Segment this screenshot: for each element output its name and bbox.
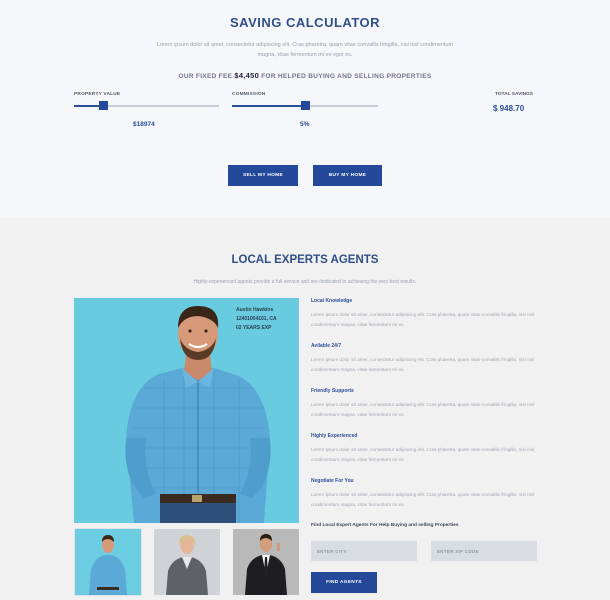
feature-title: Highly Experienced — [311, 433, 358, 439]
commission-slider-fill — [232, 105, 305, 107]
property-value-slider-handle[interactable] — [99, 101, 108, 110]
agent-thumbnail-2[interactable] — [154, 529, 220, 595]
sell-my-home-button[interactable]: SELL MY HOME — [228, 165, 298, 186]
agent-man-thumbnail-icon — [89, 535, 127, 595]
commission-slider-handle[interactable] — [301, 101, 310, 110]
city-input[interactable] — [311, 541, 417, 561]
feature-title: Avilable 24/7 — [311, 343, 342, 349]
find-agents-label: Find Local Expert Agents For Help Buying… — [311, 523, 459, 528]
calculator-description: Lorem ipsum dolor sit amet, consectetur … — [156, 42, 454, 58]
commission-slider[interactable] — [232, 101, 378, 110]
property-value-label: PROPERTY VALUE — [74, 92, 121, 97]
fee-suffix: FOR HELPED BUYING AND SELLING PROPERTIES — [261, 73, 432, 80]
fee-amount: $4,450 — [234, 71, 260, 80]
feature-title: Friendly Supports — [311, 388, 354, 394]
feature-item: Friendly Supports Lorem ipsum dolor sit … — [311, 388, 536, 420]
feature-title: Negotiate For You — [311, 478, 354, 484]
agents-title: LOCAL EXPERTS AGENTS — [231, 254, 379, 266]
feature-text: Lorem ipsum dolor sit amet, consectetur … — [311, 447, 535, 462]
agent-experience: 02 YEARS EXP — [236, 325, 272, 331]
agent-thumbnail-1[interactable] — [74, 528, 142, 596]
buy-my-home-button[interactable]: BUY MY HOME — [313, 165, 382, 186]
saving-calculator-section: SAVING CALCULATOR Lorem ipsum dolor sit … — [0, 0, 610, 218]
fixed-fee-line: OUR FIXED FEE $4,450 FOR HELPED BUYING A… — [0, 71, 610, 80]
agent-thumbnail-3[interactable] — [233, 529, 299, 595]
agent-name: Austin Hawkins — [236, 307, 274, 313]
total-savings-label: TOTAL SAVINGS — [494, 92, 533, 97]
feature-item: Local Knowledge Lorem ipsum dolor sit am… — [311, 298, 536, 330]
agent-suit-man-thumbnail-icon — [245, 534, 287, 595]
feature-text: Lorem ipsum dolor sit amet, consectetur … — [311, 312, 535, 327]
featured-agent-photo: Austin Hawkins 12401004101, CA 02 YEARS … — [74, 298, 299, 523]
agent-woman-thumbnail-icon — [166, 535, 208, 595]
property-value-amount: $18974 — [133, 121, 155, 128]
total-savings-amount: $ 948.70 — [493, 104, 525, 113]
local-experts-section: LOCAL EXPERTS AGENTS Highly experienced … — [0, 218, 610, 600]
zip-code-input[interactable] — [431, 541, 537, 561]
agent-phone: 12401004101, CA — [236, 316, 277, 322]
calculator-title: SAVING CALCULATOR — [229, 15, 381, 30]
property-value-slider[interactable] — [74, 101, 219, 110]
commission-label: COMMISSION — [232, 92, 266, 97]
feature-text: Lorem ipsum dolor sit amet, consectetur … — [311, 492, 535, 507]
fee-prefix: OUR FIXED FEE — [178, 73, 233, 80]
feature-text: Lorem ipsum dolor sit amet, consectetur … — [311, 402, 535, 417]
feature-text: Lorem ipsum dolor sit amet, consectetur … — [311, 357, 535, 372]
feature-item: Negotiate For You Lorem ipsum dolor sit … — [311, 478, 536, 510]
find-agents-button[interactable]: FIND AGENTS — [311, 572, 377, 593]
commission-amount: 5% — [300, 121, 310, 128]
agents-subtitle: Highly experienced agents provide a full… — [193, 279, 417, 285]
feature-title: Local Knowledge — [311, 298, 353, 304]
featured-agent-caption: Austin Hawkins 12401004101, CA 02 YEARS … — [236, 306, 277, 333]
feature-item: Avilable 24/7 Lorem ipsum dolor sit amet… — [311, 343, 536, 375]
feature-item: Highly Experienced Lorem ipsum dolor sit… — [311, 433, 536, 465]
